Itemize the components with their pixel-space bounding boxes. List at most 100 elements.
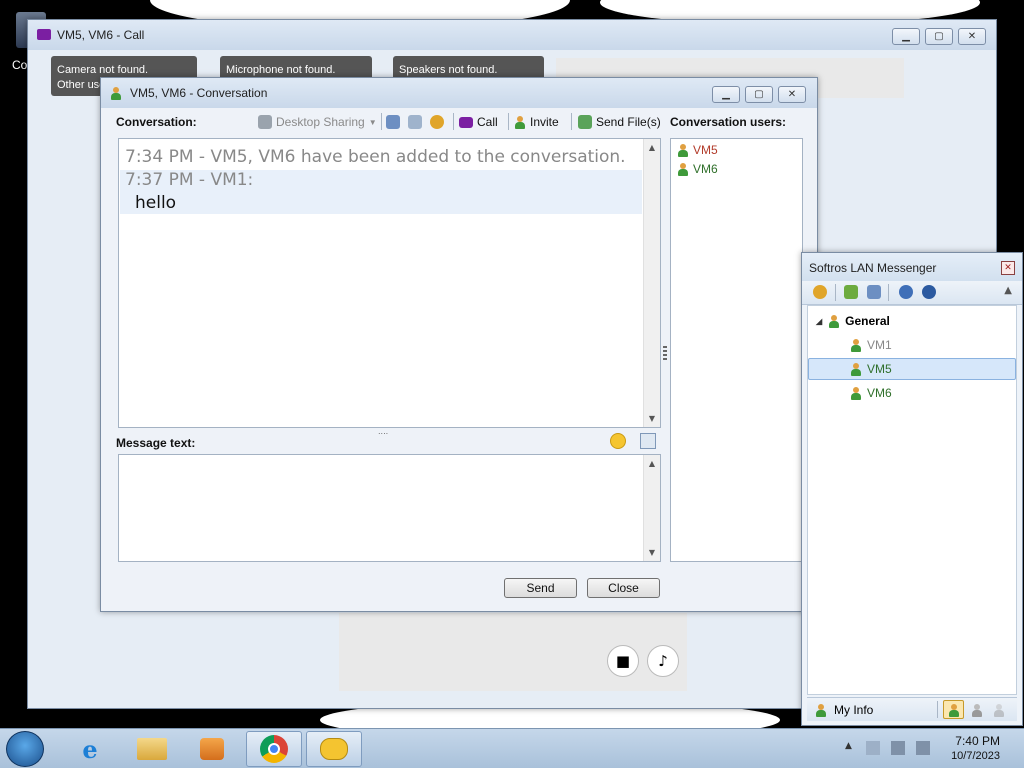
send-button[interactable]: Send [504, 578, 577, 598]
group-general[interactable]: ◢ General [808, 310, 1016, 332]
group-icon [828, 314, 840, 328]
conversation-label: Conversation: [116, 115, 197, 129]
taskbar-chrome[interactable] [246, 731, 302, 767]
user-item-vm5[interactable]: VM5 [677, 143, 718, 157]
history-icon [386, 115, 400, 129]
history-scrollbar[interactable]: ▲ ▼ [643, 139, 660, 427]
conversation-window-titlebar[interactable]: VM5, VM6 - Conversation ▁ ▢ ✕ [101, 78, 817, 108]
minimize-button[interactable]: ▁ [892, 28, 920, 45]
messenger-window: Softros LAN Messenger ✕ ▲ ◢ General VM1 … [801, 252, 1023, 726]
user-name: VM6 [693, 162, 718, 176]
taskbar-internet-explorer[interactable]: e [62, 731, 118, 767]
away-status-icon[interactable] [971, 704, 983, 717]
user-name: VM5 [693, 143, 718, 157]
invite-users-icon [514, 115, 526, 129]
info-icon[interactable] [922, 285, 936, 299]
clock-date[interactable]: 10/7/2023 [951, 750, 1000, 762]
toolbar-separator [937, 701, 938, 718]
history-button[interactable] [386, 113, 400, 131]
toolbar-separator [571, 113, 572, 130]
close-button[interactable]: ✕ [1001, 261, 1015, 275]
close-button[interactable]: ✕ [778, 86, 806, 103]
horizontal-splitter[interactable]: .... [378, 428, 394, 436]
offline-status-icon[interactable] [993, 704, 1005, 717]
conversation-users-label: Conversation users: [670, 115, 787, 129]
taskbar: e ▲ 7:40 PM 10/7/2023 [0, 728, 1024, 768]
help-icon[interactable] [899, 285, 913, 299]
gear-icon[interactable] [813, 285, 827, 299]
action-center-icon[interactable] [866, 741, 880, 755]
mute-microphone-button[interactable]: ♪ [647, 645, 679, 677]
message-text-label: Message text: [116, 436, 196, 450]
folder-icon[interactable] [844, 285, 858, 299]
users-icon [110, 87, 124, 100]
contact-list: ◢ General VM1 VM5 VM6 [807, 305, 1017, 695]
scroll-down-arrow[interactable]: ▼ [644, 414, 660, 423]
toolbar-separator [835, 284, 836, 301]
invite-button[interactable]: Invite [514, 113, 559, 131]
volume-muted-icon[interactable] [916, 741, 930, 755]
send-files-label: Send File(s) [596, 115, 661, 129]
scroll-up-arrow[interactable]: ▲ [644, 459, 660, 468]
vertical-splitter[interactable] [663, 346, 667, 362]
format-text-icon[interactable] [640, 433, 656, 449]
conversation-history[interactable]: 7:34 PM - VM5, VM6 have been added to th… [118, 138, 661, 428]
clipboard-button[interactable] [408, 113, 422, 131]
show-hidden-icons-button[interactable]: ▲ [845, 741, 852, 751]
system-message: 7:34 PM - VM5, VM6 have been added to th… [125, 147, 626, 167]
contact-name: VM6 [867, 386, 892, 400]
call-label: Call [477, 115, 498, 129]
toolbar-separator [888, 284, 889, 301]
microphone-off-icon: ♪ [658, 652, 668, 670]
user-icon [677, 143, 689, 157]
desktop-sharing-button[interactable]: Desktop Sharing ▼ [258, 113, 377, 131]
send-files-button[interactable]: Send File(s) [578, 113, 661, 131]
folder-icon [137, 738, 167, 760]
minimize-button[interactable]: ▁ [712, 86, 740, 103]
collapse-icon[interactable]: ▲ [1004, 285, 1012, 296]
taskbar-softros-messenger[interactable] [306, 731, 362, 767]
maximize-button[interactable]: ▢ [745, 86, 773, 103]
camera-off-button[interactable]: ■ [607, 645, 639, 677]
taskbar-media-player[interactable] [184, 731, 240, 767]
contact-vm5[interactable]: VM5 [808, 358, 1016, 380]
scroll-up-arrow[interactable]: ▲ [644, 143, 660, 152]
contact-icon [850, 362, 862, 376]
contact-icon [850, 386, 862, 400]
clock-time[interactable]: 7:40 PM [955, 734, 1000, 748]
toolbar-separator [453, 113, 454, 130]
user-icon [677, 162, 689, 176]
close-button[interactable]: ✕ [958, 28, 986, 45]
media-player-icon [200, 738, 224, 760]
desktop-icon-label: Co [12, 58, 28, 72]
call-window-title: VM5, VM6 - Call [57, 28, 145, 42]
message-input[interactable]: ▲ ▼ [118, 454, 661, 562]
toolbar-separator [381, 113, 382, 130]
close-conversation-button[interactable]: Close [587, 578, 660, 598]
call-button[interactable]: Call [459, 113, 498, 131]
speakers-notice-text: Speakers not found. [399, 64, 498, 76]
invite-label: Invite [530, 115, 559, 129]
messenger-titlebar[interactable]: Softros LAN Messenger ✕ [802, 253, 1022, 281]
message-scrollbar[interactable]: ▲ ▼ [643, 455, 660, 561]
message-header: 7:37 PM - VM1: [125, 170, 254, 190]
contact-name: VM5 [867, 362, 892, 376]
my-info-label[interactable]: My Info [834, 703, 873, 717]
call-window-titlebar[interactable]: VM5, VM6 - Call ▁ ▢ ✕ [28, 20, 996, 50]
contact-vm6[interactable]: VM6 [808, 382, 1016, 404]
maximize-button[interactable]: ▢ [925, 28, 953, 45]
contact-name: VM1 [867, 338, 892, 352]
emoticon-icon[interactable] [610, 433, 626, 449]
user-item-vm6[interactable]: VM6 [677, 162, 718, 176]
chrome-icon [260, 735, 288, 763]
clipboard-icon [408, 115, 422, 129]
network-icon[interactable] [891, 741, 905, 755]
scroll-down-arrow[interactable]: ▼ [644, 548, 660, 557]
start-button[interactable] [6, 731, 44, 767]
status-online-button[interactable] [943, 700, 964, 719]
settings-button[interactable] [430, 113, 444, 131]
contact-vm1[interactable]: VM1 [808, 334, 1016, 356]
messenger-toolbar: ▲ [802, 281, 1022, 305]
history-icon[interactable] [867, 285, 881, 299]
taskbar-file-explorer[interactable] [124, 731, 180, 767]
